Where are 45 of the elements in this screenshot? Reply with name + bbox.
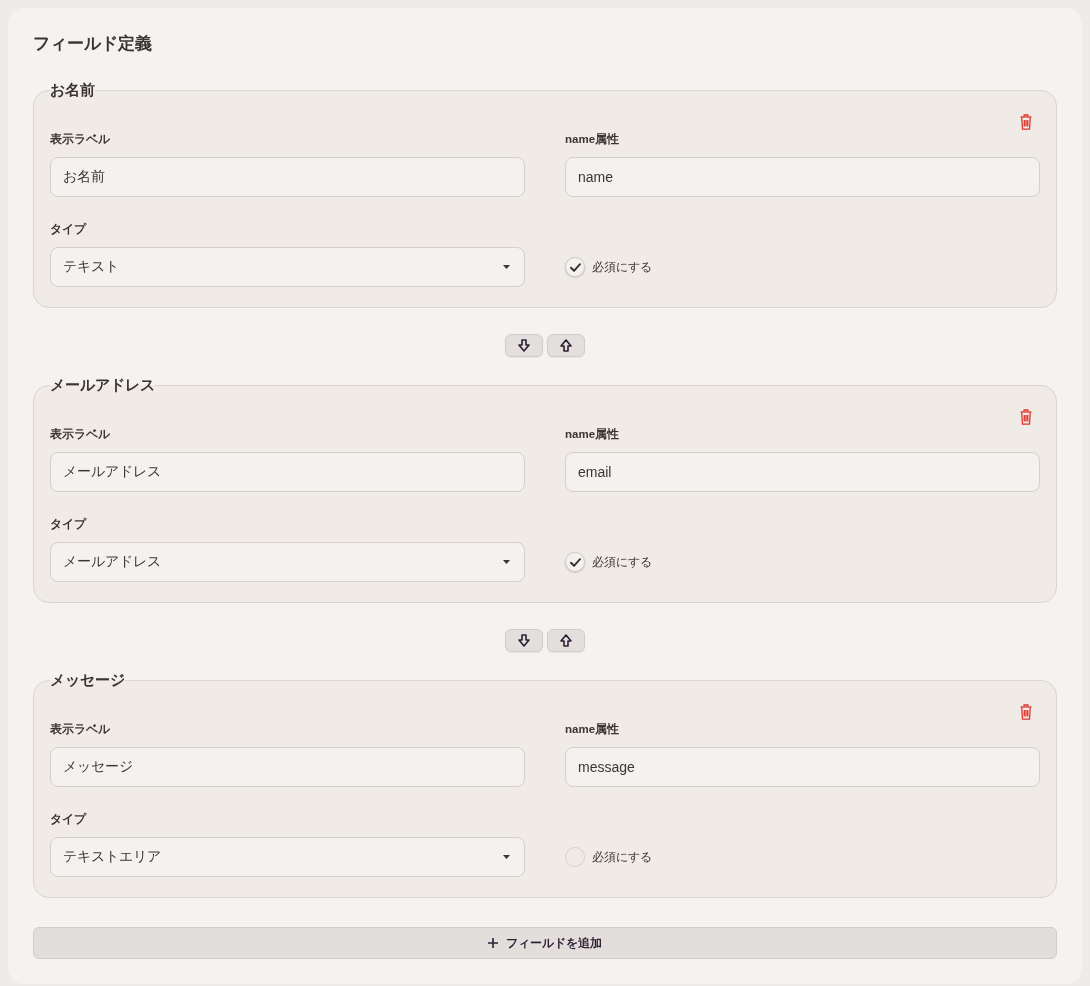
add-field-button[interactable]: フィールドを追加	[33, 927, 1057, 959]
name-input[interactable]: message	[565, 747, 1040, 787]
checkmark-icon	[569, 557, 581, 567]
field-label: name属性	[565, 132, 621, 146]
field-label: 表示ラベル	[50, 427, 111, 441]
caret-icon	[503, 855, 510, 859]
checkmark-icon	[569, 262, 581, 272]
caret-icon	[503, 265, 510, 269]
label-input[interactable]: メールアドレス	[50, 452, 525, 492]
type-select[interactable]: テキストエリア	[50, 837, 525, 877]
label-input[interactable]: お名前	[50, 157, 525, 197]
checkbox-label: 必須にする	[592, 848, 652, 866]
arrow-up-icon	[560, 634, 572, 647]
arrow-down-icon	[518, 339, 530, 352]
arrow-up-icon	[560, 339, 572, 352]
trash-icon[interactable]	[1020, 114, 1032, 130]
name-input[interactable]: name	[565, 157, 1040, 197]
field-label: タイプ	[50, 517, 88, 531]
move-down-button[interactable]	[505, 334, 543, 357]
move-down-button[interactable]	[505, 629, 543, 652]
move-up-button[interactable]	[547, 629, 585, 652]
trash-icon[interactable]	[1020, 704, 1032, 720]
field-label: タイプ	[50, 812, 88, 826]
field-label: 表示ラベル	[50, 722, 111, 736]
arrow-down-icon	[518, 634, 530, 647]
label-input[interactable]: メッセージ	[50, 747, 525, 787]
checkbox-label: 必須にする	[592, 553, 652, 571]
field-title: お名前	[50, 80, 95, 100]
type-select[interactable]: メールアドレス	[50, 542, 525, 582]
checkbox-label: 必須にする	[592, 258, 652, 276]
trash-icon[interactable]	[1020, 409, 1032, 425]
plus-icon	[488, 938, 498, 948]
field-label: name属性	[565, 722, 621, 736]
field-label: 表示ラベル	[50, 132, 111, 146]
page-title: フィールド定義	[33, 34, 153, 54]
name-input[interactable]: email	[565, 452, 1040, 492]
required-checkbox[interactable]	[565, 552, 585, 572]
field-label: タイプ	[50, 222, 88, 236]
field-title: メッセージ	[50, 670, 125, 690]
type-select[interactable]: テキスト	[50, 247, 525, 287]
required-checkbox[interactable]	[565, 257, 585, 277]
move-up-button[interactable]	[547, 334, 585, 357]
caret-icon	[503, 560, 510, 564]
field-title: メールアドレス	[50, 375, 155, 395]
field-label: name属性	[565, 427, 621, 441]
